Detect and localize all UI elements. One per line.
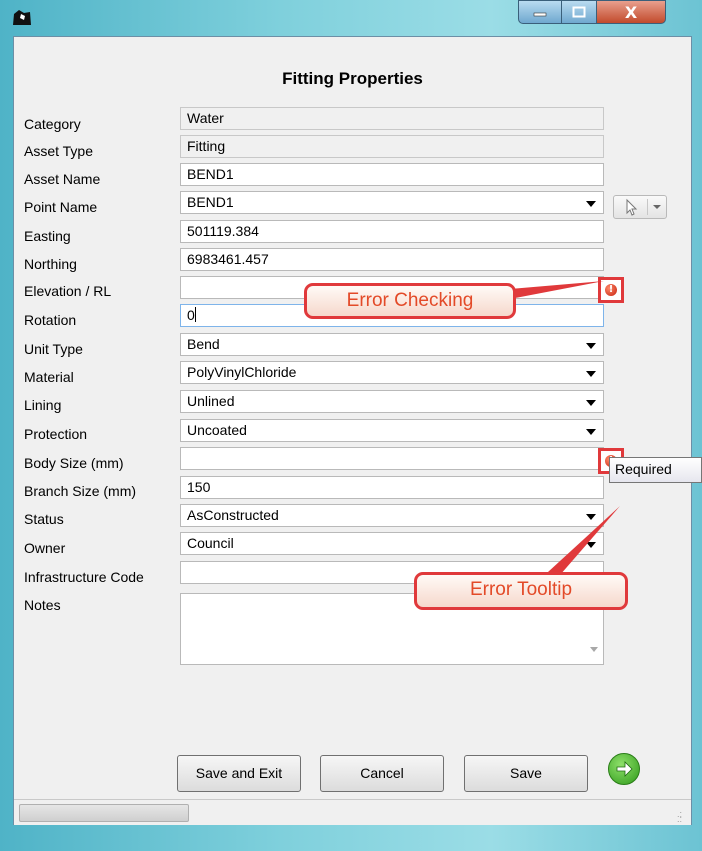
required-tooltip: Required	[609, 457, 702, 483]
chevron-down-icon	[586, 343, 596, 349]
lining-dropdown[interactable]: Unlined	[180, 390, 604, 413]
easting-field[interactable]: 501119.384	[180, 220, 604, 243]
material-label: Material	[24, 369, 74, 385]
point-name-label: Point Name	[24, 199, 98, 215]
app-logo-icon	[13, 10, 31, 25]
page-title: Fitting Properties	[282, 69, 423, 88]
infrastructure-code-label: Infrastructure Code	[24, 569, 144, 585]
owner-value: Council	[187, 535, 234, 551]
unit-type-label: Unit Type	[24, 341, 83, 357]
cancel-button[interactable]: Cancel	[320, 755, 444, 792]
point-name-value: BEND1	[187, 194, 234, 210]
point-name-dropdown[interactable]: BEND1	[180, 191, 604, 214]
next-arrow-icon	[616, 761, 633, 777]
window-frame: X Fitting Properties Category Asset Type…	[0, 0, 702, 851]
chevron-down-icon	[586, 400, 596, 406]
category-label: Category	[24, 116, 81, 132]
chevron-down-icon	[586, 371, 596, 377]
close-icon: X	[624, 2, 638, 22]
elevation-label: Elevation / RL	[24, 283, 112, 299]
protection-label: Protection	[24, 426, 88, 442]
minimize-button[interactable]	[518, 0, 562, 24]
next-button[interactable]	[608, 753, 640, 785]
category-field: Water	[180, 107, 604, 130]
northing-label: Northing	[24, 256, 77, 272]
rotation-value: 0	[187, 307, 195, 323]
save-button[interactable]: Save	[464, 755, 588, 792]
status-bar: .:.:	[14, 799, 691, 825]
close-button[interactable]: X	[597, 0, 666, 24]
maximize-button[interactable]	[562, 0, 597, 24]
unit-type-value: Bend	[187, 336, 220, 352]
status-dropdown[interactable]: AsConstructed	[180, 504, 604, 527]
owner-label: Owner	[24, 540, 66, 556]
protection-dropdown[interactable]: Uncoated	[180, 419, 604, 442]
northing-field[interactable]: 6983461.457	[180, 248, 604, 271]
elevation-error-icon[interactable]: !	[598, 277, 624, 303]
dialog-body: Fitting Properties Category Asset Type A…	[13, 36, 692, 825]
material-dropdown[interactable]: PolyVinylChloride	[180, 361, 604, 384]
chevron-down-icon	[586, 542, 596, 548]
asset-name-label: Asset Name	[24, 171, 101, 187]
split-divider	[647, 199, 648, 215]
notes-label: Notes	[24, 597, 61, 613]
lining-label: Lining	[24, 397, 62, 413]
chevron-down-icon	[586, 514, 596, 520]
error-tooltip-callout: Error Tooltip	[414, 572, 628, 610]
rotation-label: Rotation	[24, 312, 77, 328]
chevron-down-icon	[586, 201, 596, 207]
text-cursor	[194, 307, 196, 322]
chevron-down-icon	[586, 429, 596, 435]
status-label: Status	[24, 511, 64, 527]
maximize-icon	[572, 6, 586, 18]
title-bar[interactable]: X	[0, 0, 702, 36]
error-exclamation-icon: !	[605, 284, 617, 296]
branch-size-field[interactable]: 150	[180, 476, 604, 499]
minimize-icon	[533, 12, 547, 17]
resize-grip-icon[interactable]: .:.:	[677, 810, 687, 824]
asset-type-label: Asset Type	[24, 143, 94, 159]
scroll-down-icon[interactable]	[590, 647, 598, 652]
asset-type-field: Fitting	[180, 135, 604, 158]
body-size-field[interactable]	[180, 447, 604, 470]
owner-dropdown[interactable]: Council	[180, 532, 604, 555]
branch-size-label: Branch Size (mm)	[24, 483, 137, 499]
lining-value: Unlined	[187, 393, 235, 409]
progress-bar	[19, 804, 189, 822]
easting-label: Easting	[24, 228, 71, 244]
unit-type-dropdown[interactable]: Bend	[180, 333, 604, 356]
save-and-exit-button[interactable]: Save and Exit	[177, 755, 301, 792]
chevron-down-icon	[653, 205, 661, 209]
status-value: AsConstructed	[187, 507, 279, 523]
point-picker-button[interactable]	[613, 195, 667, 219]
asset-name-field[interactable]: BEND1	[180, 163, 604, 186]
cursor-arrow-icon	[626, 198, 638, 216]
window-controls: X	[518, 0, 666, 24]
error-checking-callout: Error Checking	[304, 283, 516, 319]
body-size-label: Body Size (mm)	[24, 455, 124, 471]
protection-value: Uncoated	[187, 422, 247, 438]
material-value: PolyVinylChloride	[187, 364, 297, 380]
